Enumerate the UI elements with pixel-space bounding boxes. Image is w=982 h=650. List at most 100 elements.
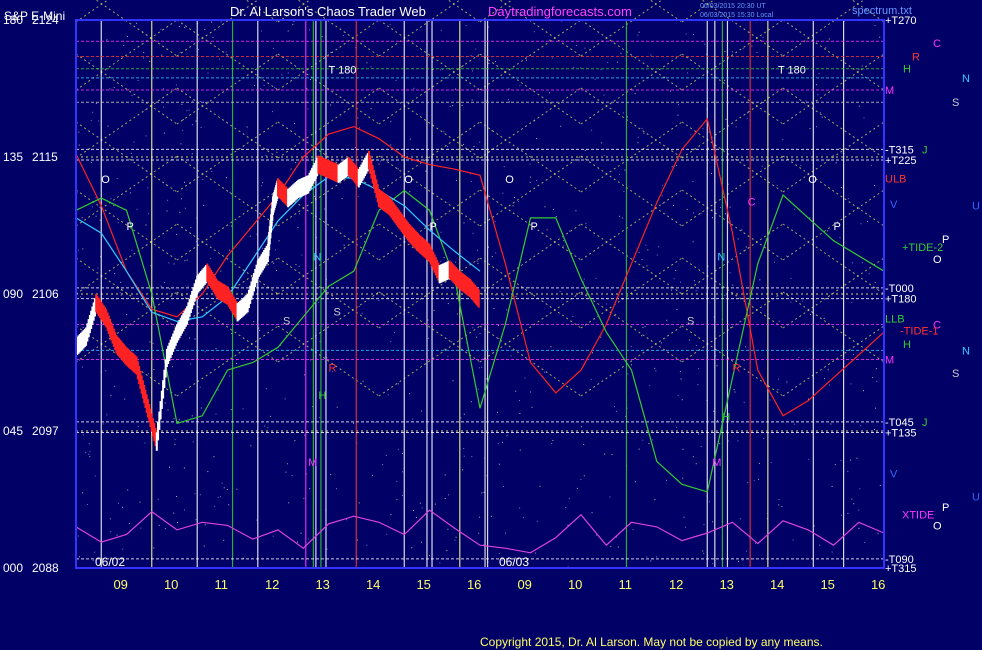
background-star bbox=[284, 398, 286, 400]
header-site[interactable]: Daytradingforecasts.com bbox=[488, 4, 632, 19]
background-star bbox=[330, 104, 332, 106]
background-star bbox=[295, 162, 297, 163]
background-star bbox=[615, 313, 617, 315]
background-star bbox=[260, 88, 262, 90]
background-star bbox=[120, 281, 122, 283]
background-star bbox=[858, 105, 860, 107]
background-star bbox=[666, 479, 667, 481]
background-star bbox=[606, 303, 608, 305]
background-star bbox=[798, 356, 800, 358]
background-star bbox=[696, 345, 698, 347]
background-star bbox=[761, 165, 763, 167]
background-star bbox=[683, 516, 685, 518]
background-star bbox=[847, 198, 849, 200]
background-star bbox=[186, 110, 188, 112]
background-star bbox=[220, 21, 222, 23]
y-price-label: 2097 bbox=[32, 424, 59, 438]
background-star bbox=[774, 261, 775, 263]
background-star bbox=[249, 235, 251, 237]
background-star bbox=[313, 195, 315, 197]
background-star bbox=[409, 138, 411, 140]
background-star bbox=[614, 406, 615, 408]
background-star bbox=[140, 527, 142, 529]
background-star bbox=[512, 205, 514, 207]
background-star bbox=[483, 491, 485, 493]
background-star bbox=[805, 100, 807, 102]
background-star bbox=[262, 182, 264, 184]
background-star bbox=[178, 419, 180, 421]
background-star bbox=[98, 353, 100, 355]
background-star bbox=[473, 146, 475, 147]
background-star bbox=[202, 178, 204, 180]
background-star bbox=[543, 371, 545, 373]
background-star bbox=[287, 30, 289, 32]
background-star bbox=[77, 249, 79, 251]
background-star bbox=[595, 534, 597, 536]
x-hour-label: 10 bbox=[164, 577, 178, 592]
background-star bbox=[693, 34, 695, 35]
background-star bbox=[246, 126, 248, 128]
background-star bbox=[782, 138, 784, 140]
background-star bbox=[607, 62, 609, 63]
x-hour-label: 13 bbox=[315, 577, 329, 592]
background-star bbox=[455, 536, 457, 538]
background-star bbox=[654, 367, 656, 369]
background-star bbox=[840, 187, 842, 188]
background-star bbox=[371, 474, 373, 476]
background-star bbox=[439, 69, 441, 71]
background-star bbox=[670, 418, 672, 420]
background-star bbox=[218, 58, 220, 60]
right-label: M bbox=[885, 85, 894, 97]
background-star bbox=[161, 54, 163, 56]
y-price-label: 2088 bbox=[32, 561, 59, 575]
background-star bbox=[476, 260, 478, 262]
background-star bbox=[646, 556, 648, 558]
background-star bbox=[163, 106, 164, 108]
plot-marker: O bbox=[101, 174, 110, 186]
background-star bbox=[143, 52, 145, 54]
background-star bbox=[463, 455, 465, 457]
background-star bbox=[343, 244, 345, 246]
right-label: +T315 bbox=[885, 563, 917, 575]
plot-marker: O bbox=[404, 174, 413, 186]
background-star bbox=[666, 319, 668, 321]
background-star bbox=[746, 117, 748, 119]
x-hour-label: 14 bbox=[770, 577, 784, 592]
x-hour-label: 14 bbox=[366, 577, 380, 592]
background-star bbox=[539, 485, 541, 487]
background-star bbox=[830, 423, 832, 425]
x-hour-label: 11 bbox=[618, 577, 632, 592]
background-star bbox=[840, 459, 842, 461]
background-star bbox=[818, 73, 820, 74]
background-star bbox=[529, 181, 531, 183]
background-star bbox=[330, 474, 332, 476]
background-star bbox=[433, 309, 435, 311]
background-star bbox=[703, 523, 705, 525]
background-star bbox=[199, 386, 201, 388]
background-star bbox=[147, 373, 149, 375]
background-star bbox=[188, 109, 190, 111]
background-star bbox=[591, 129, 593, 131]
background-star bbox=[119, 292, 121, 294]
right-label: S bbox=[952, 368, 959, 380]
background-star bbox=[861, 262, 863, 264]
background-star bbox=[164, 282, 166, 283]
background-star bbox=[273, 262, 275, 264]
background-star bbox=[189, 337, 191, 339]
background-star bbox=[671, 289, 672, 291]
background-star bbox=[92, 111, 94, 113]
background-star bbox=[858, 527, 860, 529]
background-star bbox=[131, 249, 133, 251]
background-star bbox=[341, 198, 343, 200]
background-star bbox=[163, 132, 165, 134]
background-star bbox=[861, 65, 863, 67]
background-star bbox=[319, 417, 321, 419]
background-star bbox=[343, 35, 345, 37]
background-star bbox=[769, 399, 771, 401]
background-star bbox=[440, 260, 442, 262]
background-star bbox=[609, 496, 611, 498]
background-star bbox=[194, 338, 196, 340]
background-star bbox=[831, 551, 833, 553]
background-star bbox=[637, 142, 639, 144]
background-star bbox=[555, 216, 557, 218]
